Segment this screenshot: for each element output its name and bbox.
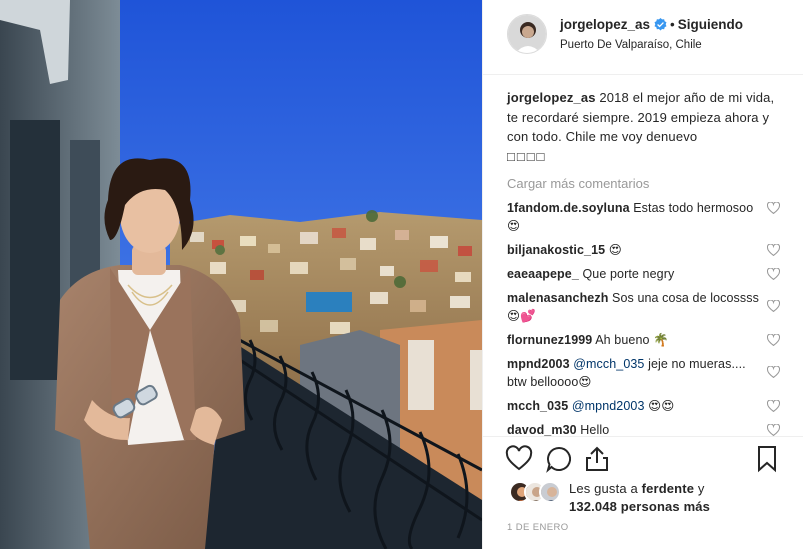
heart-icon[interactable] — [766, 267, 781, 285]
author-username[interactable]: jorgelopez_as — [560, 17, 650, 32]
list-item: malenasanchezh Sos una cosa de locossss … — [507, 289, 788, 325]
heart-icon[interactable] — [766, 201, 781, 219]
liker-avatars[interactable] — [509, 481, 561, 503]
likes-summary: Les gusta a ferdente y 132.048 personas … — [505, 478, 795, 518]
likes-count-link[interactable]: 132.048 personas más — [569, 499, 710, 514]
comment-text: Hello — [580, 423, 610, 436]
heart-icon[interactable] — [766, 299, 781, 317]
likes-user-link[interactable]: ferdente — [642, 481, 695, 496]
heart-icon[interactable] — [766, 365, 781, 383]
list-item: eaeaapepe_ Que porte negry — [507, 265, 788, 283]
author-avatar[interactable] — [507, 14, 547, 54]
comment-username[interactable]: 1fandom.de.soyluna — [507, 201, 630, 215]
following-button[interactable]: Siguiendo — [678, 17, 743, 32]
comment-icon[interactable] — [545, 445, 573, 473]
bookmark-icon[interactable] — [753, 445, 781, 473]
likes-mid: y — [697, 481, 705, 496]
post-photo[interactable] — [0, 0, 482, 549]
comment-username[interactable]: eaeaapepe_ — [507, 267, 579, 281]
list-item: mcch_035 @mpnd2003 😍😍 — [507, 397, 788, 415]
comment-text: Ah bueno 🌴 — [595, 333, 669, 347]
comments-list[interactable]: jorgelopez_as 2018 el mejor año de mi vi… — [483, 76, 803, 436]
post-header: jorgelopez_as • Siguiendo Puerto De Valpar… — [483, 0, 803, 75]
comment-username[interactable]: malenasanchezh — [507, 291, 608, 305]
post-caption: jorgelopez_as 2018 el mejor año de mi vi… — [507, 88, 788, 166]
heart-icon[interactable] — [766, 333, 781, 351]
share-icon[interactable] — [583, 445, 611, 473]
likes-prefix: Les gusta a — [569, 481, 638, 496]
heart-icon[interactable] — [766, 423, 781, 436]
post-actions — [483, 436, 803, 480]
caption-username[interactable]: jorgelopez_as — [507, 90, 596, 105]
list-item: mpnd2003 @mcch_035 jeje no mueras.... bt… — [507, 355, 788, 391]
comment-text: 😍 — [608, 243, 622, 257]
list-item: flornunez1999 Ah bueno 🌴 — [507, 331, 788, 349]
comment-username[interactable]: flornunez1999 — [507, 333, 592, 347]
heart-icon[interactable] — [505, 445, 533, 473]
list-item: davod_m30 Hello — [507, 421, 788, 436]
location-link[interactable]: Puerto De Valparaíso, Chile — [560, 39, 702, 51]
heart-icon[interactable] — [766, 399, 781, 417]
comment-username[interactable]: biljanakostic_15 — [507, 243, 605, 257]
load-more-comments-button[interactable]: Cargar más comentarios — [507, 176, 788, 191]
comment-mention[interactable]: @mpnd2003 — [572, 399, 645, 413]
comment-username[interactable]: mcch_035 — [507, 399, 568, 413]
comment-username[interactable]: mpnd2003 — [507, 357, 570, 371]
comment-text: 😍😍 — [648, 399, 675, 413]
heart-icon[interactable] — [766, 243, 781, 261]
list-item: biljanakostic_15 😍 — [507, 241, 788, 259]
post-date[interactable]: 1 DE ENERO — [507, 522, 569, 533]
instagram-post: jorgelopez_as • Siguiendo Puerto De Valpar… — [0, 0, 803, 549]
comment-mention[interactable]: @mcch_035 — [573, 357, 644, 371]
separator-dot: • — [670, 17, 675, 32]
caption-emoji: □□□□ — [507, 148, 547, 164]
verified-badge-icon — [654, 18, 667, 34]
avatar — [539, 481, 561, 503]
comment-username[interactable]: davod_m30 — [507, 423, 577, 436]
comment-text: Que porte negry — [582, 267, 675, 281]
list-item: 1fandom.de.soyluna Estas todo hermosoo😍 — [507, 199, 788, 235]
post-sidebar: jorgelopez_as • Siguiendo Puerto De Valpar… — [482, 0, 803, 549]
